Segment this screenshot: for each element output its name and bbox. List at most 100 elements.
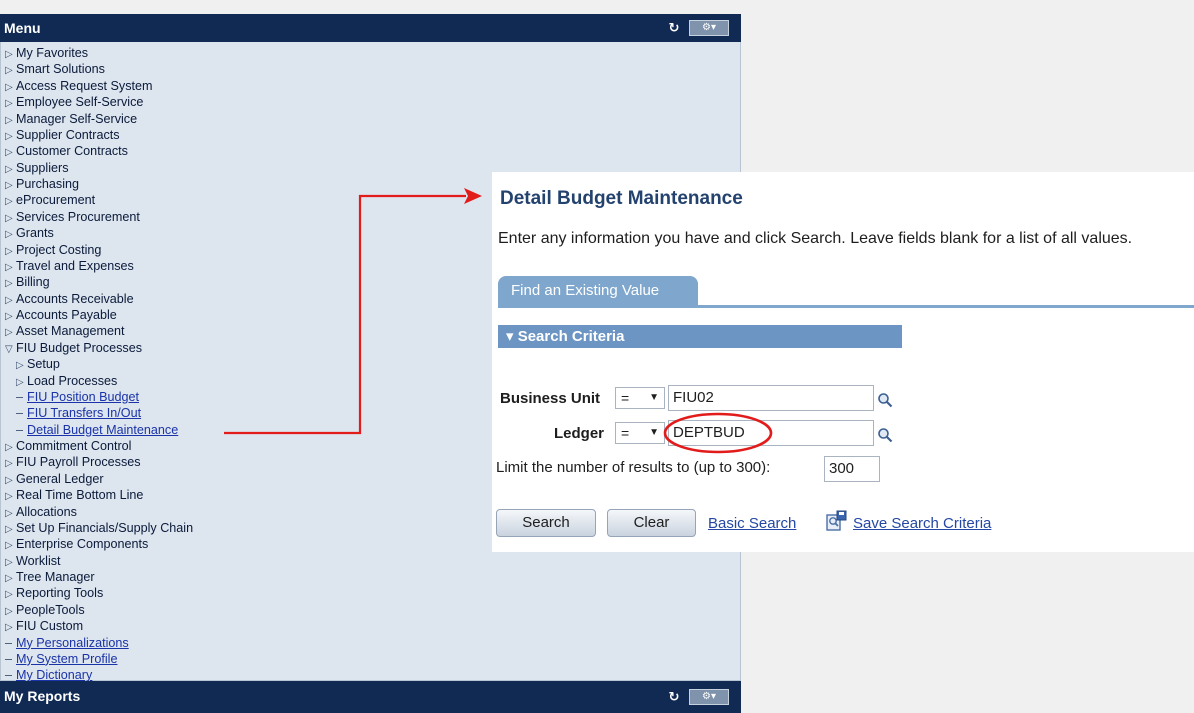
menu-item-label: Accounts Receivable [16,291,134,306]
menu-item[interactable]: ▷ Services Procurement [5,209,193,225]
menu-item[interactable]: ▷ Access Request System [5,78,193,94]
basic-search-link[interactable]: Basic Search [708,515,796,532]
options-icon[interactable]: ⚙▾ [689,20,729,36]
menu-item[interactable]: ▷ Setup [5,356,193,372]
business-unit-operator[interactable]: = ▼ [615,387,665,409]
menu-item-label: Project Costing [16,242,102,257]
chevron-down-icon: ▼ [649,427,659,438]
collapse-triangle-icon: ▾ [506,328,514,345]
triangle-right-icon: ▷ [5,278,13,290]
menu-item[interactable]: ▷ PeopleTools [5,602,193,618]
menu-item-label: Enterprise Components [16,537,149,552]
menu-item[interactable]: ▷ Customer Contracts [5,143,193,159]
menu-item[interactable]: – My Personalizations [5,635,193,651]
menu-item[interactable]: ▷ Grants [5,225,193,241]
menu-item[interactable]: ▷ Purchasing [5,176,193,192]
ledger-operator-value: = [621,425,630,441]
triangle-right-icon: ▷ [5,491,13,503]
menu-item-label: Billing [16,275,50,290]
tab-find-existing-value[interactable]: Find an Existing Value [498,276,698,306]
menu-header: Menu ↻ ⚙▾ [0,14,741,42]
magnifier-icon[interactable] [877,392,893,408]
triangle-right-icon: ▷ [5,65,13,77]
menu-item-label: Commitment Control [16,439,132,453]
menu-item[interactable]: ▷ Set Up Financials/Supply Chain [5,520,193,536]
search-button[interactable]: Search [496,509,596,537]
menu-item[interactable]: ▷ Worklist [5,553,193,569]
menu-item[interactable]: – Detail Budget Maintenance [5,422,193,438]
menu-item[interactable]: ▷ Enterprise Components [5,536,193,552]
menu-item[interactable]: ▷ Commitment Control [5,438,193,454]
clear-button[interactable]: Clear [607,509,696,537]
refresh-icon[interactable]: ↻ [664,687,684,707]
menu-item-label: My Personalizations [16,635,129,650]
menu-item[interactable]: ▷ Accounts Payable [5,307,193,323]
ledger-operator[interactable]: = ▼ [615,422,665,444]
menu-item-label: My Favorites [16,46,89,60]
search-criteria-section[interactable]: ▾ Search Criteria [498,325,902,348]
menu-item[interactable]: ▷ General Ledger [5,471,193,487]
save-criteria-icon[interactable] [825,510,847,532]
menu-item[interactable]: ▷ Project Costing [5,242,193,258]
my-reports-title: My Reports [4,688,81,704]
menu-item[interactable]: ▷ Billing [5,274,193,290]
menu-list: ▷ My Favorites ▷ Smart Solutions ▷ Access Req… [5,45,193,684]
menu-item-label: Reporting Tools [16,586,104,601]
menu-item[interactable]: ▷ Load Processes [5,373,193,389]
triangle-right-icon: ▷ [5,147,13,159]
menu-item[interactable]: ▷ Manager Self-Service [5,111,193,127]
menu-item[interactable]: – My System Profile [5,651,193,667]
limit-results-input[interactable]: 300 [824,456,880,482]
menu-item[interactable]: ▷ Reporting Tools [5,585,193,601]
dash-icon: – [16,422,24,437]
menu-item[interactable]: ▷ Supplier Contracts [5,127,193,143]
menu-item[interactable]: ▷ Real Time Bottom Line [5,487,193,503]
menu-item[interactable]: ▷ Employee Self-Service [5,94,193,110]
menu-item[interactable]: ▷ Accounts Receivable [5,291,193,307]
search-page-panel: Detail Budget Maintenance Enter any info… [492,172,1194,552]
menu-item[interactable]: ▷ My Favorites [5,45,193,61]
menu-item[interactable]: ▷ Asset Management [5,323,193,339]
refresh-icon[interactable]: ↻ [664,18,684,38]
page-title: Detail Budget Maintenance [500,188,743,209]
menu-item[interactable]: ▷ eProcurement [5,192,193,208]
menu-item[interactable]: ▽ FIU Budget Processes [5,340,193,356]
menu-item-label: Detail Budget Maintenance [27,422,179,437]
menu-item-label: Suppliers [16,160,69,175]
menu-item-label: Manager Self-Service [16,111,138,126]
menu-item[interactable]: – FIU Position Budget [5,389,193,405]
menu-item-label: Load Processes [27,373,118,388]
menu-item-label: Smart Solutions [16,62,105,77]
limit-results-label: Limit the number of results to (up to 30… [496,459,771,476]
highlight-ellipse [663,412,773,454]
menu-item[interactable]: ▷ Tree Manager [5,569,193,585]
menu-item-label: FIU Transfers In/Out [27,406,142,421]
business-unit-input[interactable]: FIU02 [668,385,874,411]
menu-item[interactable]: ▷ FIU Payroll Processes [5,454,193,470]
business-unit-operator-value: = [621,390,630,406]
menu-item-label: Customer Contracts [16,144,128,159]
menu-item-label: Allocations [16,504,77,519]
menu-item-label: Purchasing [16,177,80,191]
menu-item[interactable]: ▷ FIU Custom [5,618,193,634]
menu-item[interactable]: ▷ Travel and Expenses [5,258,193,274]
triangle-right-icon: ▷ [5,589,13,601]
menu-item-label: FIU Custom [16,619,84,634]
menu-item[interactable]: ▷ Suppliers [5,160,193,176]
menu-item-label: Worklist [16,553,61,568]
my-reports-header: My Reports ↻ ⚙▾ [0,681,741,713]
ledger-label: Ledger [554,425,605,442]
save-search-criteria-link[interactable]: Save Search Criteria [853,515,991,532]
menu-item-label: eProcurement [16,193,96,208]
magnifier-icon[interactable] [877,427,893,443]
menu-item[interactable]: ▷ Smart Solutions [5,61,193,77]
options-icon[interactable]: ⚙▾ [689,689,729,705]
triangle-right-icon: ▷ [5,196,13,208]
menu-item-label: Set Up Financials/Supply Chain [16,520,194,535]
menu-item-label: Employee Self-Service [16,95,144,110]
menu-title: Menu [4,20,41,36]
menu-item-label: FIU Position Budget [27,389,140,404]
triangle-right-icon: ▷ [5,540,13,552]
menu-item[interactable]: ▷ Allocations [5,504,193,520]
menu-item[interactable]: – FIU Transfers In/Out [5,405,193,421]
